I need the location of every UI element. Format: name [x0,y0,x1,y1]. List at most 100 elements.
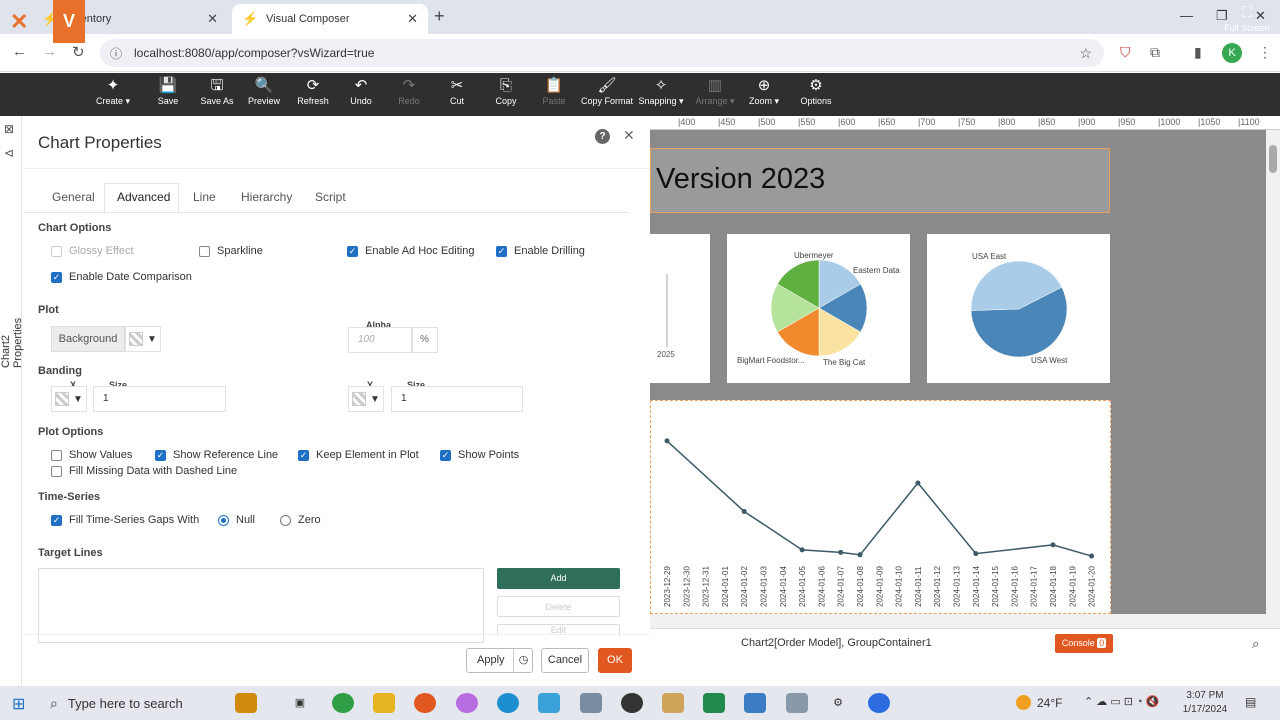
back-icon[interactable]: ← [12,43,27,60]
forward-icon[interactable]: → [42,43,57,60]
weather-widget[interactable]: 24°F [1016,695,1062,710]
sparkline-checkbox[interactable]: Sparkline [199,245,263,257]
save-as-button[interactable]: 🖫 Save As [196,76,238,114]
excel-icon[interactable] [703,693,725,713]
tab-hierarchy[interactable]: Hierarchy [241,190,292,204]
show-points-checkbox[interactable]: ✓ Show Points [440,449,519,461]
small-chart-card[interactable]: 2025 [650,234,710,383]
task-view-icon[interactable]: ▣ [289,693,311,713]
app-icon[interactable] [580,693,602,713]
full-screen-button[interactable]: ⛶ Full Screen [1224,3,1270,41]
app-icon[interactable] [786,693,808,713]
taskbar-app-icon[interactable] [235,693,257,713]
null-radio[interactable]: Null [218,514,255,526]
delete-target-line-button[interactable]: Delete [497,596,620,617]
zoom-button[interactable]: ⊕ Zoom ▾ [742,76,786,114]
line-point[interactable] [1050,542,1056,548]
banding-y-color-picker[interactable]: ▼ [348,386,384,412]
horizontal-scrollbar[interactable] [650,614,1280,628]
firefox-icon[interactable] [414,693,436,713]
cancel-button[interactable]: Cancel [541,648,589,673]
background-button[interactable]: Background [51,326,125,352]
settings-gear-icon[interactable]: ⚙ [827,693,849,713]
auto-apply-icon[interactable]: ◷ [513,649,533,672]
search-icon[interactable]: ⌕ [1252,636,1259,652]
banding-x-size-input[interactable]: 1 [93,386,226,412]
help-icon[interactable]: ? [595,129,610,144]
tab-line[interactable]: Line [193,190,216,204]
save-button[interactable]: 💾 Save [148,76,188,114]
chrome-icon[interactable] [332,693,354,713]
arrange-button[interactable]: ▥ Arrange ▾ [690,76,740,114]
file-explorer-icon[interactable] [373,693,395,713]
extensions-puzzle-icon[interactable]: ⧉ [1150,44,1160,61]
cut-button[interactable]: ✂ Cut [437,76,477,114]
calculator-icon[interactable] [744,693,766,713]
taskbar-search-input[interactable]: ⌕ Type here to search [40,688,264,718]
line-chart-card[interactable]: 2023-12-29 2023-12-30 2023-12-31 2024-01-01… [650,400,1111,614]
zero-radio[interactable]: Zero [280,514,321,526]
line-point[interactable] [741,508,747,514]
glossy-effect-checkbox[interactable]: Glossy Effect [51,245,134,257]
tab-advanced[interactable]: Advanced [117,190,170,204]
zoom-app-icon[interactable] [868,693,890,713]
undo-button[interactable]: ↶ Undo [340,76,382,114]
pie-chart-card-1[interactable]: Ubermeyer Eastern Data BigMart Foodstor.… [727,234,910,383]
dialog-close-icon[interactable]: ✕ [623,127,635,144]
profile-avatar[interactable]: K [1222,43,1242,63]
site-info-icon[interactable]: ⓘ [110,45,122,62]
vertical-scroll-thumb[interactable] [1269,145,1277,173]
show-values-checkbox[interactable]: Show Values [51,449,132,461]
enable-date-comparison-checkbox[interactable]: ✓ Enable Date Comparison [51,271,192,283]
bookmark-star-icon[interactable]: ☆ [1079,45,1092,62]
enable-adhoc-editing-checkbox[interactable]: ✓ Enable Ad Hoc Editing [347,245,474,257]
new-tab-icon[interactable]: + [434,6,445,27]
show-reference-line-checkbox[interactable]: ✓ Show Reference Line [155,449,278,461]
line-series[interactable] [666,440,1092,557]
line-point[interactable] [838,549,844,555]
vertical-scrollbar[interactable] [1266,130,1280,614]
app-logo-icon[interactable]: ✕ [10,9,40,35]
apply-button[interactable]: Apply ◷ [466,648,533,673]
tab-general[interactable]: General [52,190,95,204]
target-lines-list[interactable] [38,568,484,643]
create-button[interactable]: ✦ Create ▾ [92,76,134,114]
visual-composer-logo-icon[interactable]: V [53,0,85,43]
refresh-button[interactable]: ⟳ Refresh [292,76,334,114]
app-icon[interactable] [538,693,560,713]
ok-button[interactable]: OK [598,648,632,673]
fill-missing-data-checkbox[interactable]: Fill Missing Data with Dashed Line [51,465,237,477]
alpha-input[interactable]: 100 [348,327,412,353]
copy-format-button[interactable]: 🖌 Copy Format [578,76,636,114]
line-point[interactable] [857,552,863,558]
windows-start-icon[interactable]: ⊞ [12,694,25,714]
collapse-panel-icon[interactable]: ⊲ [4,146,14,160]
enable-drilling-checkbox[interactable]: ✓ Enable Drilling [496,245,585,257]
line-point[interactable] [973,551,979,557]
tab-close-icon[interactable]: ✕ [207,11,218,27]
notepad-icon[interactable] [662,693,684,713]
line-point[interactable] [799,547,805,553]
banding-y-size-input[interactable]: 1 [391,386,523,412]
browser-tab-visual-composer[interactable]: ⚡ Visual Composer ✕ [232,4,428,34]
line-point[interactable] [664,438,670,444]
tab-script[interactable]: Script [315,190,346,204]
snapping-button[interactable]: ✧ Snapping ▾ [634,76,688,114]
pie-chart-card-2[interactable]: USA East USA West [927,234,1110,383]
copy-button[interactable]: ⎘ Copy [486,76,526,114]
url-input[interactable]: ⓘ localhost:8080/app/composer?vsWizard=t… [100,39,1104,67]
app-icon[interactable] [621,693,643,713]
edge-icon[interactable] [497,693,519,713]
console-button[interactable]: Console 0 [1055,634,1113,653]
minimize-icon[interactable]: — [1180,8,1193,23]
notifications-icon[interactable]: ▤ [1245,695,1256,709]
keep-element-in-plot-checkbox[interactable]: ✓ Keep Element in Plot [298,449,419,461]
fill-time-series-gaps-checkbox[interactable]: ✓ Fill Time-Series Gaps With [51,514,199,526]
banding-x-color-picker[interactable]: ▼ [51,386,87,412]
extension-icon[interactable]: ⛉ [1120,44,1131,61]
preview-button[interactable]: 🔍 Preview [244,76,284,114]
reload-icon[interactable]: ↻ [72,43,85,61]
tab-close-icon[interactable]: ✕ [407,11,418,27]
add-target-line-button[interactable]: Add [497,568,620,589]
side-panel-label[interactable]: Chart2 Properties [0,288,24,368]
